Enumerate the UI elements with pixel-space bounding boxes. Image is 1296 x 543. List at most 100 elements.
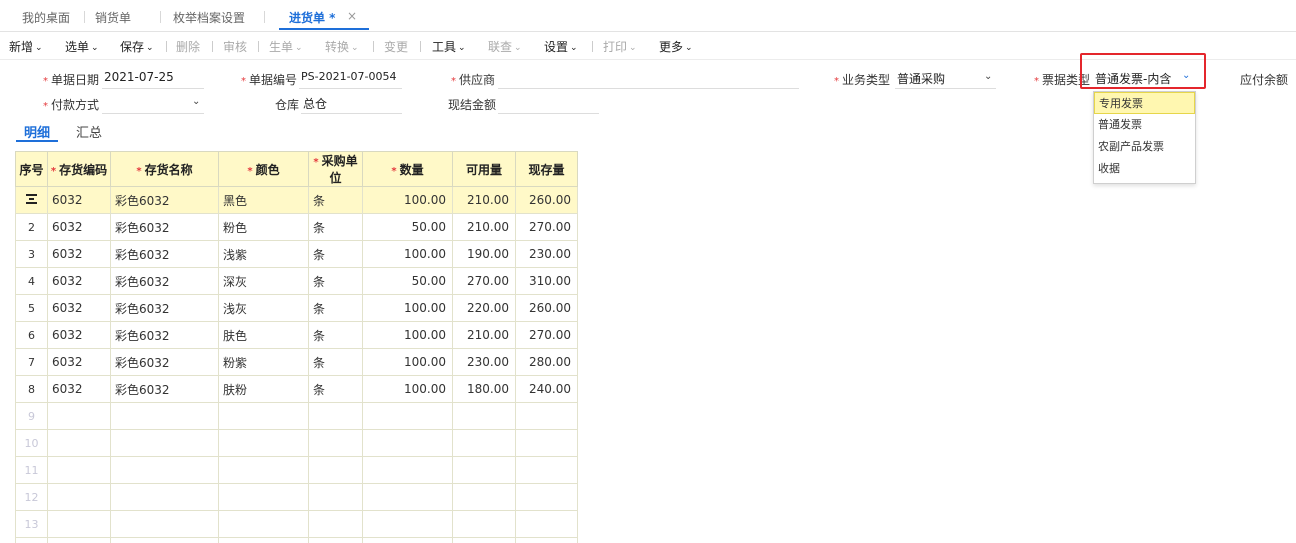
cell-unit[interactable]: 条	[308, 294, 363, 322]
cell-qty[interactable]: 100.00	[362, 375, 453, 403]
table-row[interactable]: 6 6032 彩色6032 肤色条 100.00 210.00 270.00	[15, 321, 578, 349]
empty-cell[interactable]	[362, 537, 453, 543]
chevron-down-icon[interactable]: ⌄	[984, 71, 992, 82]
toolbar-convert-button[interactable]: 转换 ⌄	[325, 38, 359, 55]
column-header[interactable]: 可用量	[452, 151, 516, 187]
tab-purchase-receipt[interactable]: 进货单 *	[289, 9, 335, 26]
empty-cell[interactable]	[47, 537, 111, 543]
empty-cell[interactable]	[308, 402, 363, 430]
empty-cell[interactable]	[452, 537, 516, 543]
column-header[interactable]: * 存货名称	[110, 151, 219, 187]
tab-desktop[interactable]: 我的桌面	[22, 9, 70, 26]
cell-unit[interactable]: 条	[308, 186, 363, 214]
empty-cell[interactable]	[218, 429, 309, 457]
empty-cell[interactable]	[362, 510, 453, 538]
dropdown-option[interactable]: 专用发票	[1094, 92, 1195, 114]
cell-available[interactable]: 270.00	[452, 267, 516, 295]
warehouse-field[interactable]: 总仓	[301, 95, 402, 114]
cell-color[interactable]: 肤色	[218, 321, 309, 349]
table-row[interactable]: 10	[15, 429, 578, 457]
empty-cell[interactable]	[218, 537, 309, 543]
cell-name[interactable]: 彩色6032	[110, 294, 219, 322]
toolbar-save-button[interactable]: 保存 ⌄	[120, 38, 154, 55]
toolbar-settings-button[interactable]: 设置 ⌄	[544, 38, 578, 55]
empty-cell[interactable]	[110, 510, 219, 538]
row-index[interactable]: 5	[15, 294, 48, 322]
empty-cell[interactable]	[515, 483, 578, 511]
empty-cell[interactable]	[218, 402, 309, 430]
cell-stock[interactable]: 280.00	[515, 348, 578, 376]
cell-name[interactable]: 彩色6032	[110, 348, 219, 376]
empty-cell[interactable]	[362, 483, 453, 511]
empty-cell[interactable]	[515, 510, 578, 538]
cell-stock[interactable]: 310.00	[515, 267, 578, 295]
cell-available[interactable]: 190.00	[452, 240, 516, 268]
empty-cell[interactable]	[110, 483, 219, 511]
empty-cell[interactable]	[308, 456, 363, 484]
supplier-field[interactable]	[498, 70, 799, 89]
row-index[interactable]: 7	[15, 348, 48, 376]
cell-name[interactable]: 彩色6032	[110, 267, 219, 295]
cell-available[interactable]: 220.00	[452, 294, 516, 322]
cell-code[interactable]: 6032	[47, 348, 111, 376]
pay-method-select[interactable]	[102, 95, 204, 114]
empty-cell[interactable]	[218, 483, 309, 511]
table-row[interactable]: 14	[15, 537, 578, 543]
dropdown-option[interactable]: 收据	[1094, 158, 1195, 180]
empty-cell[interactable]	[308, 429, 363, 457]
cell-stock[interactable]: 240.00	[515, 375, 578, 403]
cell-stock[interactable]: 270.00	[515, 213, 578, 241]
cell-unit[interactable]: 条	[308, 348, 363, 376]
empty-cell[interactable]	[515, 456, 578, 484]
tab-enum-settings[interactable]: 枚举档案设置	[173, 9, 245, 26]
cell-name[interactable]: 彩色6032	[110, 213, 219, 241]
cell-qty[interactable]: 50.00	[362, 267, 453, 295]
cell-stock[interactable]: 260.00	[515, 186, 578, 214]
cell-unit[interactable]: 条	[308, 375, 363, 403]
row-index[interactable]: 3	[15, 240, 48, 268]
cell-unit[interactable]: 条	[308, 213, 363, 241]
table-row[interactable]: 13	[15, 510, 578, 538]
cell-stock[interactable]: 230.00	[515, 240, 578, 268]
table-row[interactable]: 5 6032 彩色6032 浅灰条 100.00 220.00 260.00	[15, 294, 578, 322]
table-row[interactable]: 8 6032 彩色6032 肤粉条 100.00 180.00 240.00	[15, 375, 578, 403]
table-row[interactable]: 2 6032 彩色6032 粉色条 50.00 210.00 270.00	[15, 213, 578, 241]
empty-cell[interactable]	[110, 537, 219, 543]
empty-cell[interactable]	[308, 510, 363, 538]
table-row[interactable]: 7 6032 彩色6032 粉紫条 100.00 230.00 280.00	[15, 348, 578, 376]
table-row[interactable]: 4 6032 彩色6032 深灰条 50.00 270.00 310.00	[15, 267, 578, 295]
cell-code[interactable]: 6032	[47, 294, 111, 322]
cash-amount-field[interactable]	[498, 95, 599, 114]
cell-stock[interactable]: 270.00	[515, 321, 578, 349]
empty-cell[interactable]	[110, 429, 219, 457]
cell-color[interactable]: 粉色	[218, 213, 309, 241]
toolbar-query-button[interactable]: 联查 ⌄	[488, 38, 522, 55]
empty-cell[interactable]	[362, 402, 453, 430]
table-row[interactable]: 3 6032 彩色6032 浅紫条 100.00 190.00 230.00	[15, 240, 578, 268]
cell-name[interactable]: 彩色6032	[110, 186, 219, 214]
biz-type-select[interactable]: 普通采购	[895, 70, 996, 89]
cell-qty[interactable]: 100.00	[362, 294, 453, 322]
column-header[interactable]: 现存量	[515, 151, 578, 187]
cell-unit[interactable]: 条	[308, 240, 363, 268]
doc-date-field[interactable]: 2021-07-25	[102, 70, 204, 89]
cell-color[interactable]: 深灰	[218, 267, 309, 295]
cell-stock[interactable]: 260.00	[515, 294, 578, 322]
row-index[interactable]: 4	[15, 267, 48, 295]
toolbar-print-button[interactable]: 打印 ⌄	[603, 38, 637, 55]
empty-cell[interactable]	[47, 456, 111, 484]
dropdown-option[interactable]: 农副产品发票	[1094, 136, 1195, 158]
empty-cell[interactable]	[47, 402, 111, 430]
cell-available[interactable]: 210.00	[452, 186, 516, 214]
column-header[interactable]: 序号	[15, 151, 48, 187]
toolbar-tools-button[interactable]: 工具 ⌄	[432, 38, 466, 55]
cell-code[interactable]: 6032	[47, 267, 111, 295]
toolbar-new-button[interactable]: 新增 ⌄	[9, 38, 43, 55]
row-index[interactable]: 8	[15, 375, 48, 403]
empty-cell[interactable]	[452, 402, 516, 430]
column-header[interactable]: * 采购单位	[308, 151, 363, 187]
column-header[interactable]: * 颜色	[218, 151, 309, 187]
toolbar-more-button[interactable]: 更多 ⌄	[659, 38, 693, 55]
row-edit-icon[interactable]	[15, 186, 48, 214]
empty-cell[interactable]	[515, 537, 578, 543]
